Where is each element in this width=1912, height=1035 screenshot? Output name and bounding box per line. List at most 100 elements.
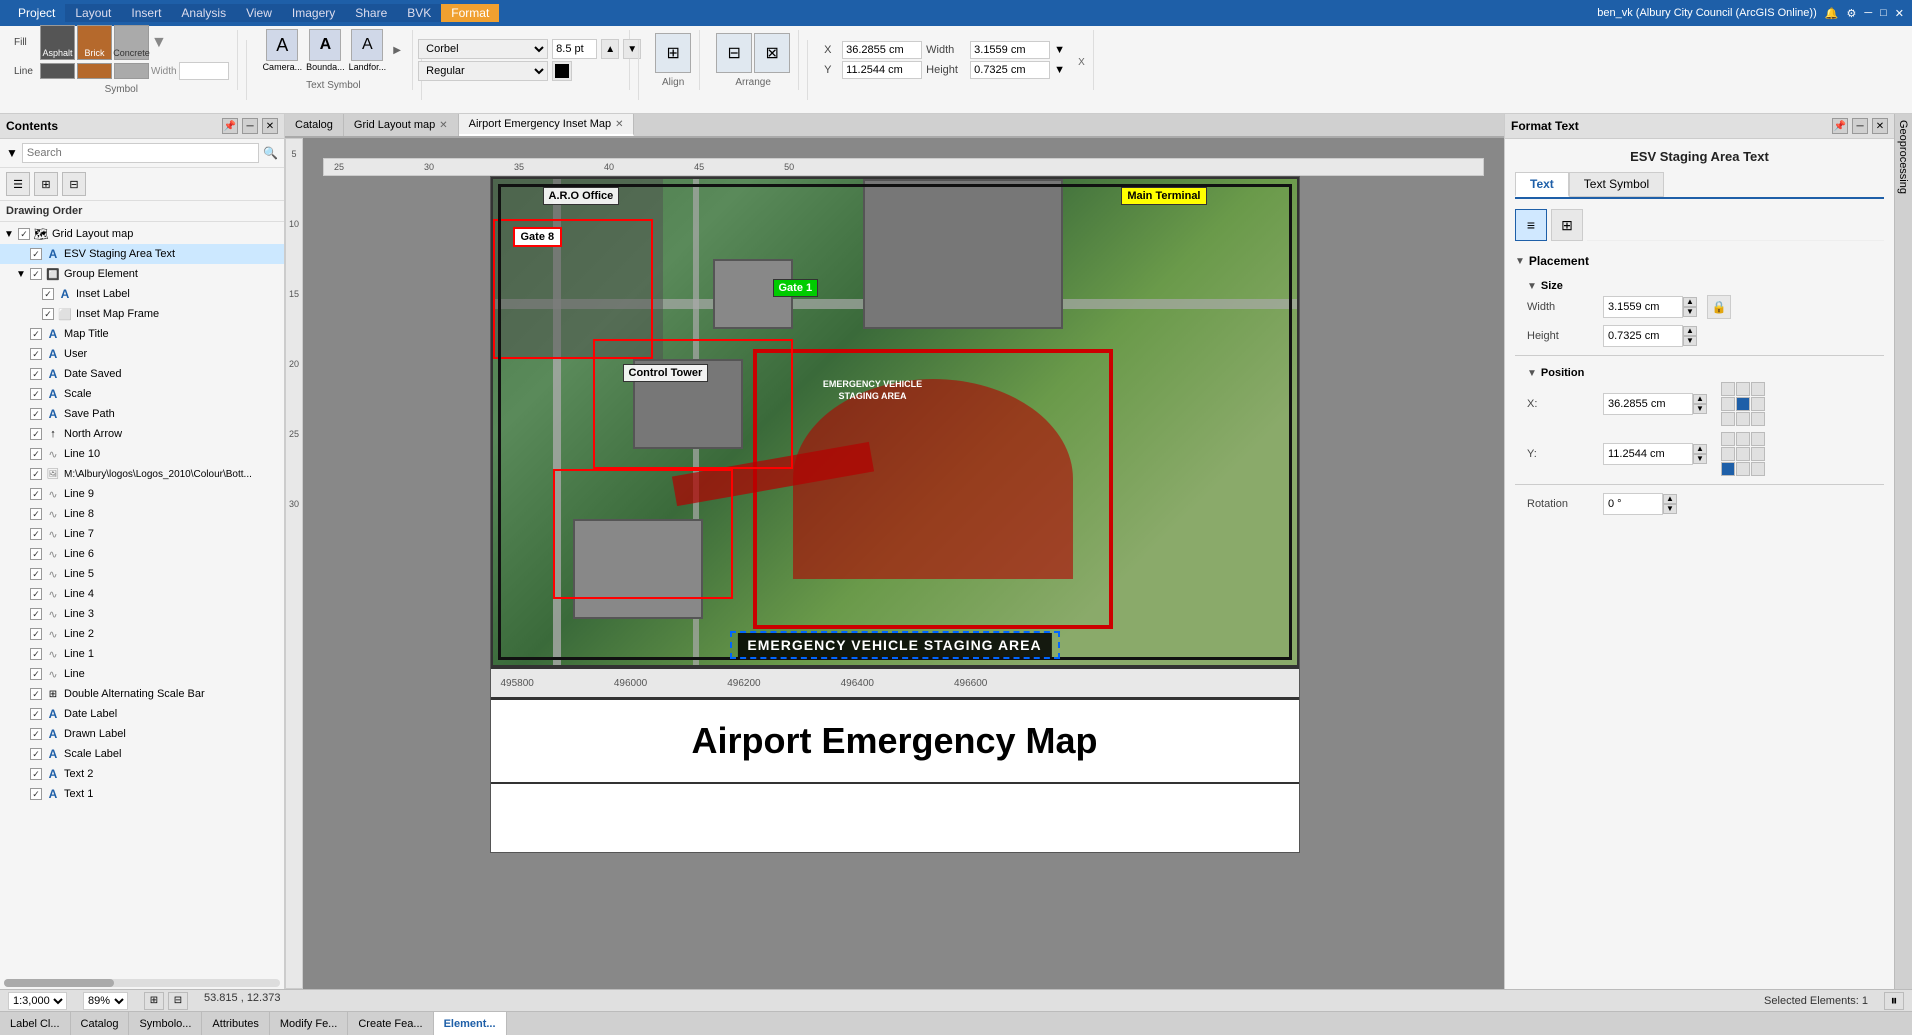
right-panel-close-btn[interactable]: ✕ bbox=[1872, 118, 1888, 134]
view-btn-2[interactable]: ⊟ bbox=[168, 992, 188, 1010]
tab-insert[interactable]: Insert bbox=[121, 4, 171, 22]
notification-icon[interactable]: 🔔 bbox=[1825, 7, 1839, 20]
group-checkbox[interactable] bbox=[30, 268, 42, 280]
tree-scale-bar[interactable]: ⊞ Double Alternating Scale Bar bbox=[0, 684, 284, 704]
tab-layout[interactable]: Layout bbox=[65, 4, 121, 22]
height-spin-down[interactable]: ▼ bbox=[1683, 336, 1697, 346]
expand-all-btn[interactable]: ⊞ bbox=[34, 172, 58, 196]
width-lock-btn[interactable]: 🔒 bbox=[1707, 295, 1731, 319]
y-prop-input[interactable] bbox=[1603, 443, 1693, 465]
bottom-tab-element[interactable]: Element... bbox=[434, 1012, 507, 1035]
text1-checkbox[interactable] bbox=[30, 788, 42, 800]
camera-btn[interactable]: A Camera... bbox=[263, 29, 303, 72]
list-view-btn[interactable]: ☰ bbox=[6, 172, 30, 196]
panel-close-btn[interactable]: ✕ bbox=[262, 118, 278, 134]
line7-checkbox[interactable] bbox=[30, 528, 42, 540]
inset-frame-checkbox[interactable] bbox=[42, 308, 54, 320]
tree-text1[interactable]: A Text 1 bbox=[0, 784, 284, 804]
anchor-bc[interactable] bbox=[1736, 412, 1750, 426]
tree-logo[interactable]: 🖼 M:\Albury\logos\Logos_2010\Colour\Bott… bbox=[0, 464, 284, 484]
format-tab-symbol[interactable]: Text Symbol bbox=[1569, 172, 1664, 197]
font-color-btn[interactable] bbox=[552, 61, 572, 81]
swatch-brick[interactable]: Brick bbox=[77, 25, 112, 60]
north-arrow-checkbox[interactable] bbox=[30, 428, 42, 440]
line3-checkbox[interactable] bbox=[30, 608, 42, 620]
swatch-asphalt[interactable]: Asphalt bbox=[40, 25, 75, 60]
swatch-expand-arrow[interactable]: ▼ bbox=[151, 34, 167, 52]
x-spin-down[interactable]: ▼ bbox=[1693, 404, 1707, 414]
anchor-ml[interactable] bbox=[1721, 397, 1735, 411]
format-icon-2[interactable]: ⊞ bbox=[1551, 209, 1583, 241]
anchor-y-ml[interactable] bbox=[1721, 447, 1735, 461]
root-checkbox[interactable] bbox=[18, 228, 30, 240]
width-spin-up[interactable]: ▲ bbox=[1683, 297, 1697, 307]
tree-line7[interactable]: ∿ Line 7 bbox=[0, 524, 284, 544]
collapse-all-btn[interactable]: ⊟ bbox=[62, 172, 86, 196]
rotation-input[interactable] bbox=[1603, 493, 1663, 515]
panel-pin-btn[interactable]: 📌 bbox=[222, 118, 238, 134]
tab-bvk[interactable]: BVK bbox=[397, 4, 441, 22]
tree-line2[interactable]: ∿ Line 2 bbox=[0, 624, 284, 644]
line-checkbox[interactable] bbox=[30, 668, 42, 680]
tree-line6[interactable]: ∿ Line 6 bbox=[0, 544, 284, 564]
tab-imagery[interactable]: Imagery bbox=[282, 4, 345, 22]
zoom-dropdown[interactable]: 89% bbox=[83, 992, 128, 1010]
anchor-tl[interactable] bbox=[1721, 382, 1735, 396]
tree-line1[interactable]: ∿ Line 1 bbox=[0, 644, 284, 664]
y-input[interactable]: 11.2544 cm bbox=[842, 61, 922, 79]
line-swatch-3[interactable] bbox=[114, 63, 149, 79]
line1-checkbox[interactable] bbox=[30, 648, 42, 660]
tree-line3[interactable]: ∿ Line 3 bbox=[0, 604, 284, 624]
font-name-select[interactable]: Corbel bbox=[418, 39, 548, 59]
map-title-checkbox[interactable] bbox=[30, 328, 42, 340]
tree-map-title[interactable]: A Map Title bbox=[0, 324, 284, 344]
tab-airport-inset[interactable]: Airport Emergency Inset Map ✕ bbox=[459, 114, 635, 136]
format-tab-text[interactable]: Text bbox=[1515, 172, 1569, 197]
search-icon[interactable]: 🔍 bbox=[263, 146, 278, 160]
anchor-y-tc[interactable] bbox=[1736, 432, 1750, 446]
tree-date-label[interactable]: A Date Label bbox=[0, 704, 284, 724]
height-spin-up[interactable]: ▲ bbox=[1683, 326, 1697, 336]
geoprocessing-tab[interactable]: Geoprocessing bbox=[1894, 114, 1912, 989]
bottom-tab-symbolo[interactable]: Symbolo... bbox=[129, 1012, 202, 1035]
panel-minimize-btn[interactable]: ─ bbox=[242, 118, 258, 134]
drawn-label-checkbox[interactable] bbox=[30, 728, 42, 740]
rotation-spin-up[interactable]: ▲ bbox=[1663, 494, 1677, 504]
tab-analysis[interactable]: Analysis bbox=[171, 4, 236, 22]
tab-project[interactable]: Project bbox=[8, 4, 65, 22]
boundary-btn[interactable]: A Bounda... bbox=[306, 29, 345, 72]
x-input[interactable]: 36.2855 cm bbox=[842, 41, 922, 59]
search-input[interactable] bbox=[22, 143, 259, 163]
bottom-tab-createfea[interactable]: Create Fea... bbox=[348, 1012, 433, 1035]
scale-dropdown[interactable]: 1:3,000 bbox=[8, 992, 67, 1010]
line-swatch-1[interactable] bbox=[40, 63, 75, 79]
filter-icon[interactable]: ▼ bbox=[6, 146, 18, 160]
tree-line[interactable]: ∿ Line bbox=[0, 664, 284, 684]
anchor-y-tr[interactable] bbox=[1751, 432, 1765, 446]
anchor-y-mc[interactable] bbox=[1736, 447, 1750, 461]
line6-checkbox[interactable] bbox=[30, 548, 42, 560]
window-minimize[interactable]: ─ bbox=[1864, 7, 1872, 19]
anchor-mc[interactable] bbox=[1736, 397, 1750, 411]
anchor-mr[interactable] bbox=[1751, 397, 1765, 411]
logo-checkbox[interactable] bbox=[30, 468, 42, 480]
tree-text2[interactable]: A Text 2 bbox=[0, 764, 284, 784]
rotation-spin-down[interactable]: ▼ bbox=[1663, 504, 1677, 514]
bottom-tab-attributes[interactable]: Attributes bbox=[202, 1012, 269, 1035]
save-path-checkbox[interactable] bbox=[30, 408, 42, 420]
tree-scale[interactable]: A Scale bbox=[0, 384, 284, 404]
line8-checkbox[interactable] bbox=[30, 508, 42, 520]
height-expand[interactable]: ▼ bbox=[1054, 64, 1070, 76]
view-btn-1[interactable]: ⊞ bbox=[144, 992, 164, 1010]
y-spin-down[interactable]: ▼ bbox=[1693, 454, 1707, 464]
tree-esv-staging[interactable]: A ESV Staging Area Text bbox=[0, 244, 284, 264]
anchor-bl[interactable] bbox=[1721, 412, 1735, 426]
anchor-y-bl[interactable] bbox=[1721, 462, 1735, 476]
tree-user[interactable]: A User bbox=[0, 344, 284, 364]
tree-drawn-label[interactable]: A Drawn Label bbox=[0, 724, 284, 744]
x-prop-input[interactable] bbox=[1603, 393, 1693, 415]
text2-checkbox[interactable] bbox=[30, 768, 42, 780]
line5-checkbox[interactable] bbox=[30, 568, 42, 580]
line4-checkbox[interactable] bbox=[30, 588, 42, 600]
scale-bar-checkbox[interactable] bbox=[30, 688, 42, 700]
